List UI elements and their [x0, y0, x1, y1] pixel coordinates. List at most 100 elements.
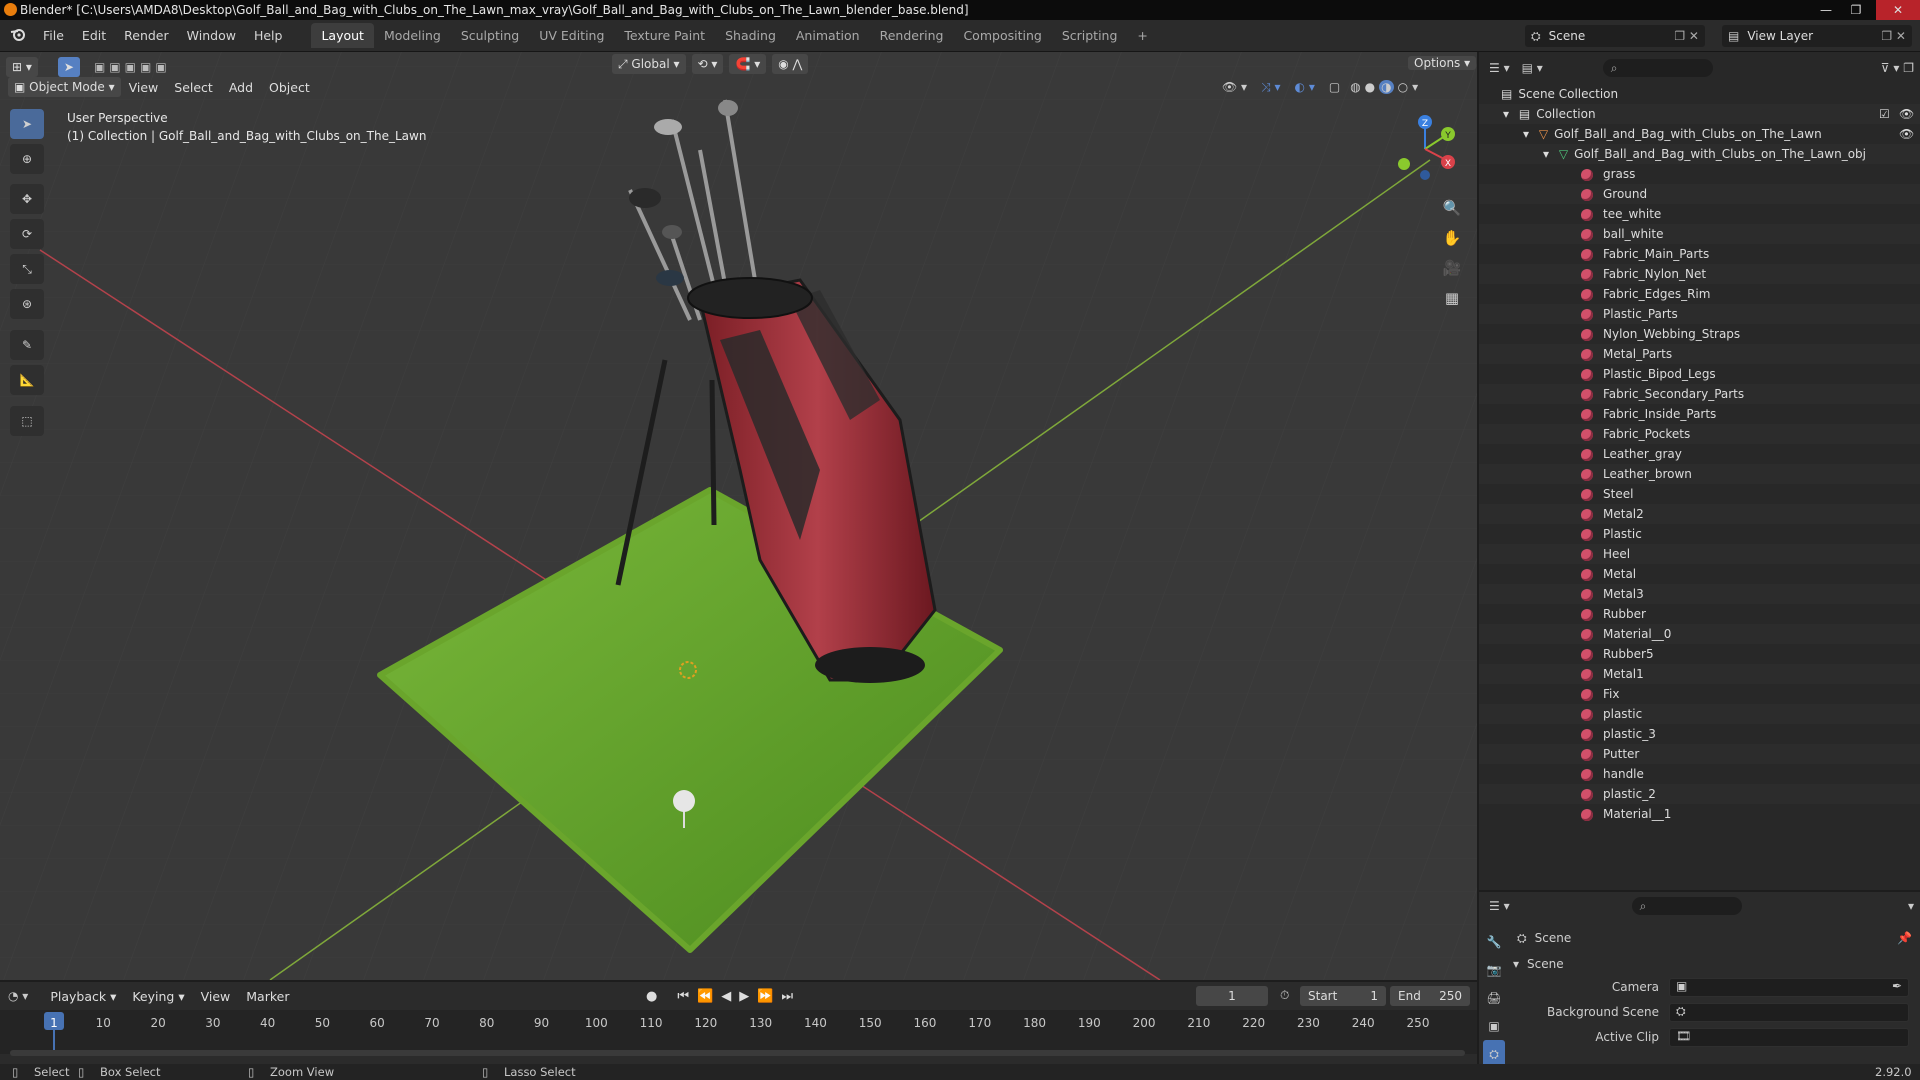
- outliner-material-item[interactable]: Plastic: [1479, 524, 1920, 544]
- outliner-material-item[interactable]: Metal: [1479, 564, 1920, 584]
- current-frame-field[interactable]: 1: [1196, 986, 1268, 1006]
- menu-view[interactable]: View: [121, 80, 167, 95]
- menu-playback[interactable]: Playback ▾: [42, 989, 124, 1004]
- outliner-material-item[interactable]: plastic_3: [1479, 724, 1920, 744]
- outliner-material-item[interactable]: handle: [1479, 764, 1920, 784]
- options-dropdown[interactable]: Options ▾: [1408, 53, 1477, 73]
- visibility-eye-icon[interactable]: 👁: [1899, 124, 1914, 144]
- outliner-material-item[interactable]: Steel: [1479, 484, 1920, 504]
- stopwatch-icon[interactable]: ⏱: [1280, 988, 1289, 1003]
- outliner-material-item[interactable]: Fabric_Edges_Rim: [1479, 284, 1920, 304]
- start-frame-field[interactable]: Start 1: [1300, 986, 1386, 1006]
- menu-select[interactable]: Select: [166, 80, 221, 95]
- menu-window[interactable]: Window: [178, 28, 245, 43]
- jump-start-icon[interactable]: ⏮: [677, 989, 689, 1004]
- navigation-gizmo[interactable]: Z Y X: [1390, 112, 1460, 182]
- menu-object[interactable]: Object: [261, 80, 318, 95]
- outliner-material-item[interactable]: Rubber: [1479, 604, 1920, 624]
- outliner-collection[interactable]: ▾ ▤ Collection ☑ 👁: [1479, 104, 1920, 124]
- tab-compositing[interactable]: Compositing: [953, 23, 1051, 48]
- outliner-material-item[interactable]: Metal1: [1479, 664, 1920, 684]
- material-shading-icon[interactable]: ◑: [1379, 80, 1394, 94]
- transform-tool[interactable]: ⊛: [10, 289, 44, 319]
- minimize-button[interactable]: —: [1812, 0, 1840, 20]
- camera-field[interactable]: ▣ ✒: [1669, 978, 1909, 997]
- blender-menu-icon[interactable]: [10, 27, 26, 44]
- tab-sculpting[interactable]: Sculpting: [451, 23, 529, 48]
- ortho-grid-icon[interactable]: ▦: [1441, 283, 1463, 313]
- filter-icon[interactable]: ⊽ ▾ ❐: [1881, 61, 1914, 75]
- pan-hand-icon[interactable]: ✋: [1441, 223, 1463, 253]
- select-tool-icon[interactable]: ➤: [57, 57, 80, 77]
- outliner-scene-collection[interactable]: ▤ Scene Collection: [1479, 84, 1920, 104]
- move-tool[interactable]: ✥: [10, 184, 44, 214]
- outliner-search-input[interactable]: ⌕: [1602, 59, 1713, 77]
- new-view-layer-icon[interactable]: ❐ ✕: [1881, 29, 1906, 43]
- outliner-material-item[interactable]: ball_white: [1479, 224, 1920, 244]
- transform-orientation-dropdown[interactable]: ⤢ Global ▾: [612, 54, 686, 74]
- visibility-eye-icon[interactable]: 👁: [1899, 104, 1914, 124]
- outliner-material-item[interactable]: Metal2: [1479, 504, 1920, 524]
- outliner-mesh[interactable]: ▾ ▽ Golf_Ball_and_Bag_with_Clubs_on_The_L…: [1479, 144, 1920, 164]
- outliner-material-item[interactable]: Material__0: [1479, 624, 1920, 644]
- outliner-material-item[interactable]: Metal_Parts: [1479, 344, 1920, 364]
- timeline-editor-icon[interactable]: ◔ ▾: [8, 989, 28, 1003]
- tab-scripting[interactable]: Scripting: [1052, 23, 1128, 48]
- camera-view-icon[interactable]: 🎥: [1441, 253, 1463, 283]
- outliner-object[interactable]: ▾ ▽ Golf_Ball_and_Bag_with_Clubs_on_The_L…: [1479, 124, 1920, 144]
- view-layer-tab-icon[interactable]: ▣: [1483, 1012, 1505, 1040]
- outliner-material-item[interactable]: Plastic_Bipod_Legs: [1479, 364, 1920, 384]
- outliner-material-item[interactable]: Rubber5: [1479, 644, 1920, 664]
- maximize-button[interactable]: ❐: [1842, 0, 1870, 20]
- new-scene-icon[interactable]: ❐ ✕: [1674, 29, 1699, 43]
- menu-edit[interactable]: Edit: [73, 28, 115, 43]
- mode-dropdown[interactable]: ▣ Object Mode ▾: [8, 77, 121, 97]
- properties-editor-icon[interactable]: ☰ ▾: [1489, 899, 1510, 913]
- outliner-material-item[interactable]: plastic_2: [1479, 784, 1920, 804]
- active-clip-field[interactable]: 🎞: [1669, 1028, 1909, 1047]
- solid-shading-icon[interactable]: ●: [1365, 80, 1375, 94]
- collapse-arrow-icon[interactable]: ▾: [1513, 957, 1519, 971]
- tab-layout[interactable]: Layout: [311, 23, 374, 48]
- exclude-checkbox-icon[interactable]: ☑: [1879, 104, 1890, 124]
- rendered-shading-icon[interactable]: ○: [1398, 80, 1408, 94]
- tab-texture-paint[interactable]: Texture Paint: [614, 23, 715, 48]
- outliner-editor-icon[interactable]: ☰ ▾: [1489, 61, 1510, 75]
- menu-help[interactable]: Help: [245, 28, 292, 43]
- tab-rendering[interactable]: Rendering: [870, 23, 954, 48]
- outliner-material-item[interactable]: tee_white: [1479, 204, 1920, 224]
- outliner-material-item[interactable]: Material__1: [1479, 804, 1920, 824]
- outliner-material-item[interactable]: Metal3: [1479, 584, 1920, 604]
- scene-panel-header[interactable]: ▾ Scene: [1513, 954, 1913, 974]
- select-mode-icons[interactable]: ▣▣▣▣▣: [94, 60, 171, 74]
- jump-end-icon[interactable]: ⏭: [781, 989, 793, 1004]
- end-frame-field[interactable]: End 250: [1390, 986, 1470, 1006]
- measure-tool[interactable]: 📐: [10, 365, 44, 395]
- scale-tool[interactable]: ⤡: [10, 254, 44, 284]
- prev-keyframe-icon[interactable]: ⏪: [697, 989, 713, 1004]
- view-layer-selector[interactable]: ▤ View Layer ❐ ✕: [1722, 25, 1912, 47]
- close-button[interactable]: ✕: [1876, 0, 1920, 20]
- panel-options-icon[interactable]: ▾: [1908, 899, 1914, 913]
- tab-uv-editing[interactable]: UV Editing: [529, 23, 614, 48]
- eyedropper-icon[interactable]: ✒: [1892, 979, 1902, 993]
- outliner-material-item[interactable]: Leather_gray: [1479, 444, 1920, 464]
- outliner-material-item[interactable]: Plastic_Parts: [1479, 304, 1920, 324]
- output-tab-icon[interactable]: 🖨: [1483, 984, 1505, 1012]
- rotate-tool[interactable]: ⟳: [10, 219, 44, 249]
- expand-arrow-icon[interactable]: ▾: [1523, 127, 1529, 141]
- outliner-material-item[interactable]: Fabric_Pockets: [1479, 424, 1920, 444]
- cursor-tool[interactable]: ⊕: [10, 144, 44, 174]
- tab-animation[interactable]: Animation: [786, 23, 870, 48]
- visibility-icon[interactable]: 👁 ▾: [1222, 80, 1247, 94]
- menu-timeline-view[interactable]: View: [193, 989, 239, 1004]
- outliner-material-item[interactable]: Fabric_Main_Parts: [1479, 244, 1920, 264]
- tab-modeling[interactable]: Modeling: [374, 23, 451, 48]
- play-reverse-icon[interactable]: ◀: [721, 989, 731, 1004]
- tool-tab-icon[interactable]: 🔧: [1483, 928, 1505, 956]
- next-keyframe-icon[interactable]: ⏩: [757, 989, 773, 1004]
- select-box-tool[interactable]: ➤: [10, 109, 44, 139]
- timeline-scrollbar[interactable]: [10, 1050, 1465, 1056]
- annotate-tool[interactable]: ✎: [10, 330, 44, 360]
- zoom-icon[interactable]: 🔍: [1441, 193, 1463, 223]
